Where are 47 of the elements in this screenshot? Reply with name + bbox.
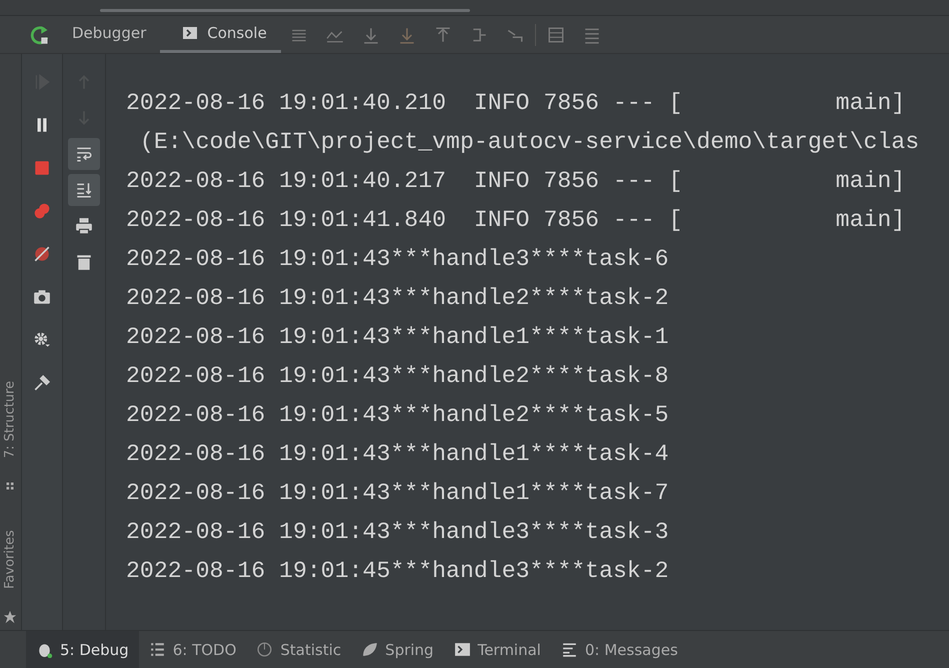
- leaf-icon: [361, 641, 378, 658]
- tool-window-label[interactable]: 7: Structure: [2, 370, 18, 470]
- settings-icon: [33, 331, 51, 349]
- scroll-to-end-icon: [75, 181, 93, 199]
- step-over-icon: [362, 26, 380, 44]
- scroll-thumb[interactable]: [100, 9, 470, 12]
- list-icon: [148, 641, 166, 658]
- star-icon: [3, 610, 17, 624]
- console-line: 2022-08-16 19:01:45***handle3****task-2: [126, 557, 669, 586]
- tool-window-tab[interactable]: Terminal: [444, 631, 551, 668]
- step-into-icon: [398, 26, 416, 44]
- soft-wrap-button[interactable]: [68, 138, 100, 170]
- console-line: 2022-08-16 19:01:43***handle1****task-7: [126, 479, 669, 508]
- camera-icon: [33, 288, 51, 306]
- console-line: 2022-08-16 19:01:43***handle2****task-2: [126, 284, 669, 313]
- breakpoints-icon: [33, 202, 51, 220]
- pie-chart-icon: [256, 641, 274, 658]
- tool-window-tab[interactable]: 0: Messages: [550, 631, 688, 668]
- terminal-icon: [454, 641, 471, 658]
- console-line: 2022-08-16 19:01:43***handle2****task-5: [126, 401, 669, 430]
- tab[interactable]: Debugger: [50, 16, 160, 53]
- tool-window-tab[interactable]: 6: TODO: [138, 631, 246, 668]
- step-out-icon: [434, 26, 452, 44]
- printer-icon: [75, 217, 93, 235]
- console-line: 2022-08-16 19:01:43***handle2****task-8: [126, 362, 669, 391]
- console-line: 2022-08-16 19:01:40.217 INFO 7856 --- [ main]: [126, 167, 906, 196]
- messages-icon: [560, 641, 578, 658]
- tool-window-tab[interactable]: Statistic: [246, 631, 352, 668]
- console-line: 2022-08-16 19:01:41.840 INFO 7856 --- [ main]: [126, 206, 906, 235]
- table-icon: [546, 26, 565, 44]
- stop-icon: [33, 159, 51, 177]
- console-line: 2022-08-16 19:01:43***handle1****task-1: [126, 323, 669, 352]
- tool-window-tab[interactable]: 5: Debug: [26, 631, 139, 668]
- mute-breakpoints-icon: [33, 245, 51, 263]
- console-line: 2022-08-16 19:01:43***handle1****task-4: [126, 440, 669, 469]
- console-icon: [182, 25, 198, 41]
- console-line: 2022-08-16 19:01:40.210 INFO 7856 --- [ main]: [126, 89, 906, 118]
- trash-icon: [75, 253, 93, 271]
- tool-window-label[interactable]: Favorites: [2, 510, 18, 610]
- console-line: 2022-08-16 19:01:43***handle3****task-3: [126, 518, 669, 547]
- layout-icon: [582, 26, 601, 44]
- tool-window-tab[interactable]: Spring: [351, 631, 444, 668]
- rerun-icon: [30, 24, 50, 44]
- console-line: 2022-08-16 19:01:43***handle3****task-6: [126, 245, 669, 274]
- soft-wrap-icon: [75, 145, 93, 163]
- scroll-to-end-button[interactable]: [68, 174, 100, 206]
- console-line: (E:\code\GIT\project_vmp-autocv-service\demo\target\clas: [138, 128, 920, 157]
